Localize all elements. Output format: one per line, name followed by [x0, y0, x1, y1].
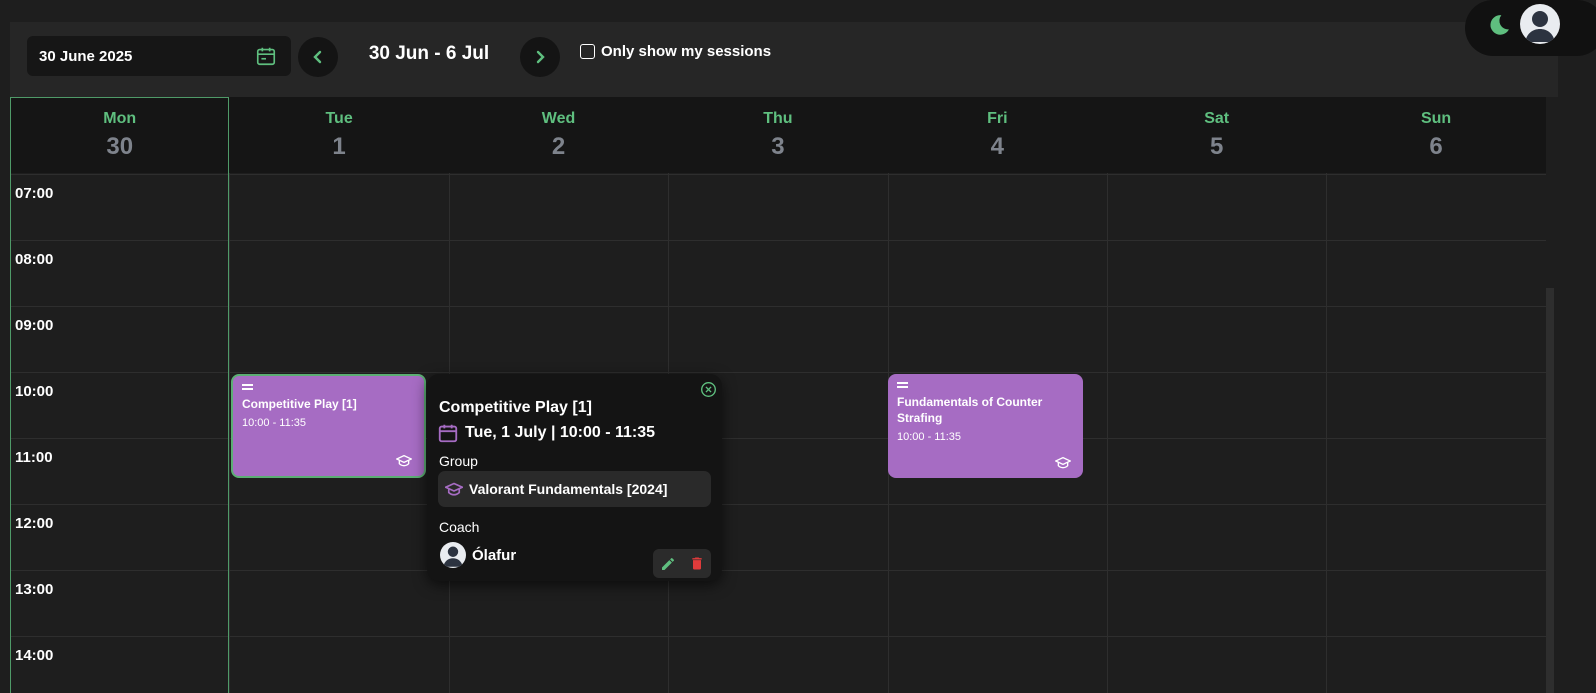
hour-line	[10, 306, 1546, 307]
day-name: Mon	[103, 110, 137, 127]
day-header-sat[interactable]: Sat 5	[1107, 97, 1326, 173]
drag-handle-icon[interactable]	[897, 382, 908, 388]
event-time: 10:00 - 11:35	[897, 431, 962, 443]
previous-week-button[interactable]	[298, 37, 338, 77]
coach-name: Ólafur	[472, 546, 517, 564]
next-week-button[interactable]	[520, 37, 560, 77]
event-title: Fundamentals of Counter Strafing	[897, 395, 1043, 425]
week-range-label: 30 Jun - 6 Jul	[368, 43, 490, 64]
user-silhouette-icon	[443, 546, 463, 567]
only-my-sessions-toggle[interactable]: Only show my sessions	[580, 43, 771, 60]
hour-line	[10, 372, 1546, 373]
day-number: 4	[990, 133, 1004, 160]
week-header-row: Mon 30 Tue 1 Wed 2 Thu 3 Fri 4 Sat 5 Sun 6	[10, 97, 1546, 173]
day-number: 30	[106, 133, 134, 160]
time-label: 09:00	[15, 317, 54, 334]
event-title: Competitive Play [1]	[242, 397, 357, 411]
chevron-right-icon	[536, 50, 545, 64]
time-label: 10:00	[15, 383, 54, 400]
vertical-scrollbar[interactable]	[1546, 288, 1554, 693]
time-label: 14:00	[15, 647, 54, 664]
graduation-cap-icon	[1055, 456, 1071, 469]
graduation-cap-icon	[396, 454, 412, 467]
popover-title: Competitive Play [1]	[439, 399, 592, 416]
avatar[interactable]	[1520, 4, 1560, 44]
chevron-left-icon	[313, 50, 322, 64]
day-header-sun[interactable]: Sun 6	[1326, 97, 1545, 173]
column-divider	[229, 173, 230, 693]
column-divider	[1107, 173, 1108, 693]
event-time: 10:00 - 11:35	[242, 417, 307, 429]
time-label: 08:00	[15, 251, 54, 268]
top-strip	[0, 0, 1596, 22]
group-label: Group	[439, 453, 478, 469]
date-picker-input[interactable]: 30 June 2025	[27, 36, 291, 76]
date-picker-value: 30 June 2025	[39, 47, 133, 65]
coach-row: Ólafur	[440, 542, 516, 568]
day-name: Wed	[541, 110, 576, 127]
calendar-icon[interactable]	[255, 45, 277, 67]
day-header-mon[interactable]: Mon 30	[10, 97, 229, 173]
day-number: 2	[551, 133, 566, 160]
hour-line	[10, 636, 1546, 637]
trash-icon[interactable]	[689, 555, 705, 572]
event-competitive-play[interactable]: Competitive Play [1] 10:00 - 11:35	[231, 374, 426, 478]
day-header-thu[interactable]: Thu 3	[668, 97, 887, 173]
pencil-icon[interactable]	[660, 556, 676, 572]
group-chip[interactable]: Valorant Fundamentals [2024]	[438, 471, 711, 507]
column-divider	[1326, 173, 1327, 693]
avatar	[440, 542, 466, 568]
time-label: 12:00	[15, 515, 54, 532]
moon-icon[interactable]	[1484, 12, 1510, 38]
time-label: 13:00	[15, 581, 54, 598]
day-name: Sun	[1420, 110, 1452, 127]
day-header-wed[interactable]: Wed 2	[449, 97, 668, 173]
day-number: 3	[771, 133, 785, 160]
event-fundamentals-counter-strafing[interactable]: Fundamentals of Counter Strafing 10:00 -…	[888, 374, 1083, 478]
calendar-icon	[438, 424, 458, 443]
day-number: 6	[1429, 133, 1443, 160]
close-circle-icon[interactable]	[700, 381, 717, 398]
only-my-sessions-label: Only show my sessions	[601, 43, 772, 60]
hour-line	[10, 240, 1546, 241]
day-name: Sat	[1204, 110, 1230, 127]
day-name: Tue	[325, 110, 353, 127]
time-label: 11:00	[15, 449, 53, 466]
day-header-tue[interactable]: Tue 1	[229, 97, 448, 173]
graduation-cap-icon	[445, 482, 463, 496]
day-name: Thu	[763, 110, 793, 127]
hour-line	[10, 174, 1546, 175]
day-name: Fri	[987, 110, 1008, 127]
popover-actions	[653, 549, 711, 578]
group-name: Valorant Fundamentals [2024]	[469, 481, 668, 497]
user-silhouette-icon	[1525, 11, 1555, 42]
time-label: 07:00	[15, 185, 54, 202]
drag-handle-icon[interactable]	[242, 384, 253, 390]
day-number: 5	[1210, 133, 1224, 160]
only-my-sessions-checkbox[interactable]	[580, 44, 595, 59]
day-header-fri[interactable]: Fri 4	[888, 97, 1107, 173]
popover-date-line: Tue, 1 July | 10:00 - 11:35	[465, 424, 656, 441]
popover-date-row: Tue, 1 July | 10:00 - 11:35	[437, 422, 655, 444]
event-details-popover: Competitive Play [1] Tue, 1 July | 10:00…	[427, 374, 722, 581]
hour-line	[10, 504, 1546, 505]
day-number: 1	[332, 133, 346, 160]
hour-line	[10, 570, 1546, 571]
coach-label: Coach	[439, 519, 480, 535]
